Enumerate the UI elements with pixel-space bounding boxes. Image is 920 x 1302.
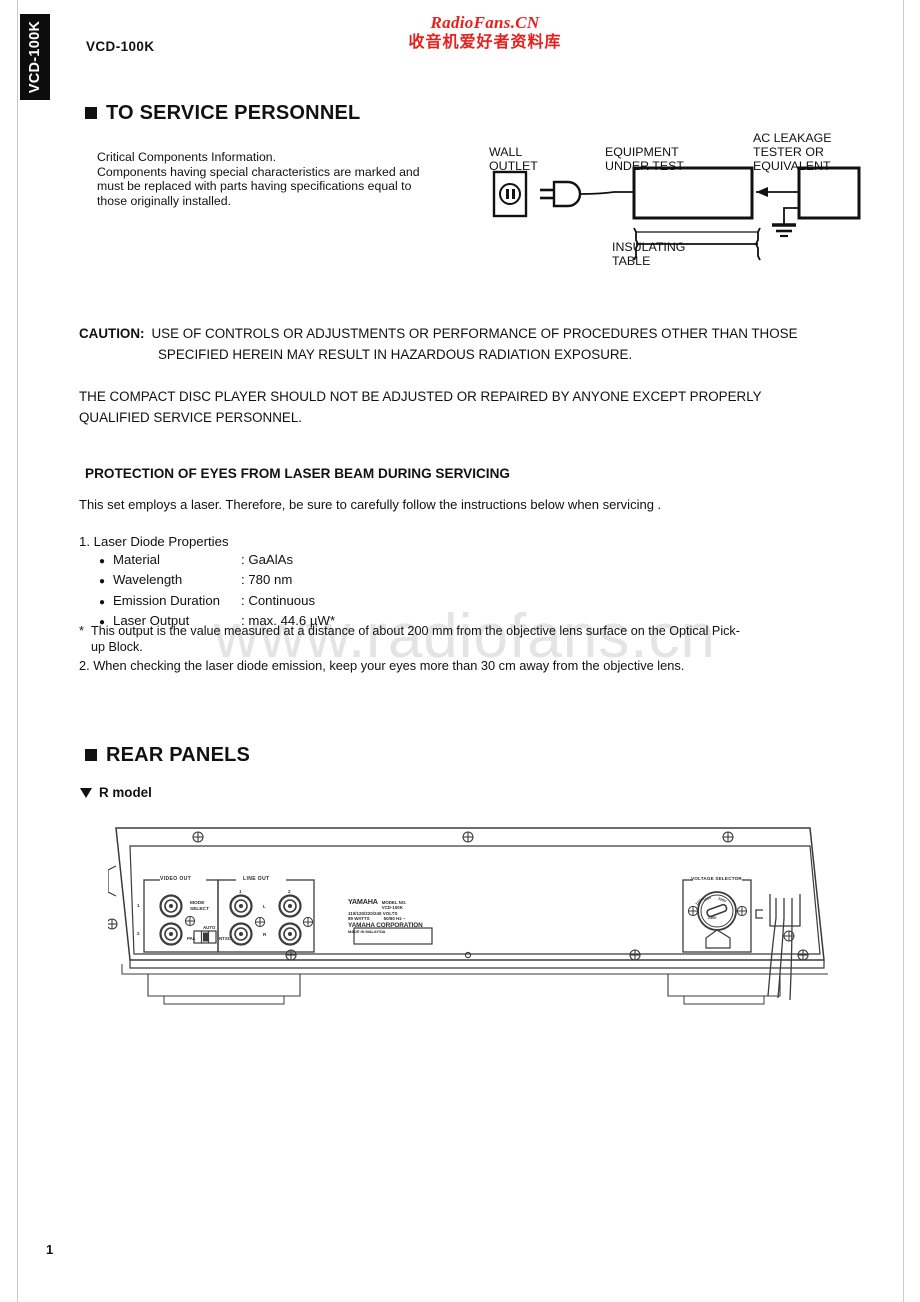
caution-line-2: SPECIFIED HEREIN MAY RESULT IN HAZARDOUS… — [158, 346, 633, 362]
service-manual-page: VCD-100K VCD-100K RadioFans.CN 收音机爱好者资料库… — [0, 0, 920, 1302]
rear-panels-heading-text: REAR PANELS — [106, 744, 251, 766]
laser-item-2: 2. When checking the laser diode emissio… — [79, 657, 685, 673]
caution-line-1: USE OF CONTROLS OR ADJUSTMENTS OR PERFOR… — [151, 326, 798, 341]
nameplate-brand: YAMAHA — [348, 897, 378, 906]
label-mode-ntsc: NTSC — [219, 936, 231, 941]
label-line-channel-l: L — [263, 904, 266, 909]
insulating-line-2: TABLE — [612, 254, 651, 269]
property-key: Wavelength — [113, 572, 183, 588]
critical-line-4: those originally installed. — [97, 193, 231, 208]
label-line-jack-1: 1 — [239, 889, 242, 894]
property-value: : Continuous — [241, 592, 316, 608]
critical-line-1: Critical Components Information. — [97, 150, 277, 164]
watermark-top-chinese: 收音机爱好者资料库 — [408, 34, 562, 52]
section-heading-text: TO SERVICE PERSONNEL — [106, 102, 361, 124]
triangle-down-icon — [80, 787, 92, 798]
laser-footnote: * This output is the value measured at a… — [79, 623, 879, 656]
laser-properties-list: ● Material : GaAlAs ● Wavelength : 780 n… — [79, 551, 579, 633]
page-model-title: VCD-100K — [86, 39, 155, 54]
rear-nameplate: YAMAHA MODEL NO. VCD-100K 110/120/220/24… — [348, 897, 423, 934]
mode-select-line-2: SELECT — [190, 906, 209, 912]
diagram-label-wall-outlet: WALL OUTLET — [489, 145, 538, 173]
nameplate-company: YAMAHA CORPORATION — [348, 921, 423, 929]
property-key: Material — [113, 552, 160, 567]
bullet-icon: ● — [99, 596, 106, 608]
section-heading-service-personnel: TO SERVICE PERSONNEL — [85, 103, 360, 123]
laser-section-heading: PROTECTION OF EYES FROM LASER BEAM DURIN… — [85, 466, 510, 481]
caution-paragraph-2-line-2: QUALIFIED SERVICE PERSONNEL. — [79, 409, 302, 425]
label-line-out: LINE OUT — [243, 876, 270, 882]
label-voltage-selector: VOLTAGE SELECTOR — [691, 876, 742, 881]
label-video-jack-1: 1 — [137, 903, 140, 908]
critical-line-3: must be replaced with parts having speci… — [97, 179, 412, 194]
label-line-jack-2: 2 — [288, 889, 291, 894]
caution-block: CAUTION: USE OF CONTROLS OR ADJUSTMENTS … — [79, 324, 879, 428]
laser-diode-properties: 1. Laser Diode Properties ● Material : G… — [79, 533, 579, 633]
nameplate-frequency: 50/60 Hz ~ — [383, 915, 406, 921]
asterisk-icon: * — [79, 624, 84, 638]
scan-edge-left — [17, 0, 18, 1302]
diagram-label-insulating-table: INSULATING TABLE — [612, 240, 685, 268]
watermark-top: RadioFans.CN 收音机爱好者资料库 — [360, 12, 610, 53]
laser-footnote-block: * This output is the value measured at a… — [79, 623, 879, 674]
bullet-icon: ● — [99, 556, 106, 567]
square-bullet-icon — [85, 749, 97, 761]
diagram-label-equipment-under-test: EQUIPMENT UNDER TEST — [605, 145, 684, 173]
label-mode-auto: AUTO — [203, 925, 216, 930]
rear-panel-model-label: R model — [80, 785, 152, 800]
caution-label: CAUTION: — [79, 326, 145, 341]
label-line-channel-r: R — [263, 932, 267, 937]
insulating-line-1: INSULATING — [612, 240, 686, 254]
tester-line-3: EQUIVALENT — [753, 159, 831, 174]
laser-item-1-title: 1. Laser Diode Properties — [79, 534, 229, 549]
critical-line-2: Components having special characteristic… — [97, 164, 420, 179]
nameplate-origin: MADE IN MALAYSIA — [348, 928, 386, 934]
side-tab-model: VCD-100K — [20, 14, 50, 100]
footnote-text: This output is the value measured at a d… — [91, 623, 740, 656]
equipment-line-2: UNDER TEST — [605, 159, 684, 174]
property-value: : GaAlAs — [241, 552, 294, 567]
laser-intro-text: This set employs a laser. Therefore, be … — [79, 497, 662, 512]
tester-line-2: TESTER OR — [753, 145, 824, 160]
section-heading-rear-panels: REAR PANELS — [85, 745, 250, 765]
footnote-line-2: up Block. — [91, 640, 143, 655]
nameplate-model-no: VCD-100K — [381, 905, 403, 910]
list-item: ● Material : GaAlAs — [99, 551, 579, 571]
list-item: ● Emission Duration : Continuous — [99, 592, 579, 612]
rear-panel-illustration — [108, 818, 833, 1018]
list-item: ● Wavelength : 780 nm — [99, 571, 579, 591]
caution-first-line: CAUTION: USE OF CONTROLS OR ADJUSTMENTS … — [79, 324, 879, 345]
bullet-icon: ● — [99, 576, 106, 588]
nameplate-watts: 89 WATTS — [348, 915, 370, 921]
tester-line-1: AC LEAKAGE — [753, 131, 832, 145]
caution-paragraph-2-line-1: THE COMPACT DISC PLAYER SHOULD NOT BE AD… — [79, 389, 762, 404]
square-bullet-icon — [85, 107, 97, 119]
wall-outlet-line-1: WALL — [489, 145, 523, 159]
property-value: : 780 nm — [241, 572, 293, 588]
wall-outlet-line-2: OUTLET — [489, 159, 538, 174]
page-number: 1 — [46, 1242, 54, 1257]
label-video-jack-2: 2 — [137, 931, 140, 936]
rear-model-text: R model — [99, 785, 152, 800]
label-voltage-240: 240V — [708, 916, 717, 920]
scan-edge-right — [903, 0, 904, 1302]
label-mode-pal: PAL — [187, 936, 196, 941]
equipment-line-1: EQUIPMENT — [605, 145, 679, 159]
watermark-top-latin: RadioFans.CN — [430, 13, 540, 32]
diagram-label-ac-leakage-tester: AC LEAKAGE TESTER OR EQUIVALENT — [753, 131, 832, 174]
property-key: Emission Duration — [113, 592, 221, 608]
label-video-out: VIDEO OUT — [160, 876, 192, 882]
side-tab-label: VCD-100K — [27, 20, 43, 94]
critical-components-paragraph: Critical Components Information. Compone… — [97, 150, 457, 208]
label-mode-select: MODE SELECT — [190, 901, 209, 912]
footnote-line-1: This output is the value measured at a d… — [91, 624, 740, 638]
